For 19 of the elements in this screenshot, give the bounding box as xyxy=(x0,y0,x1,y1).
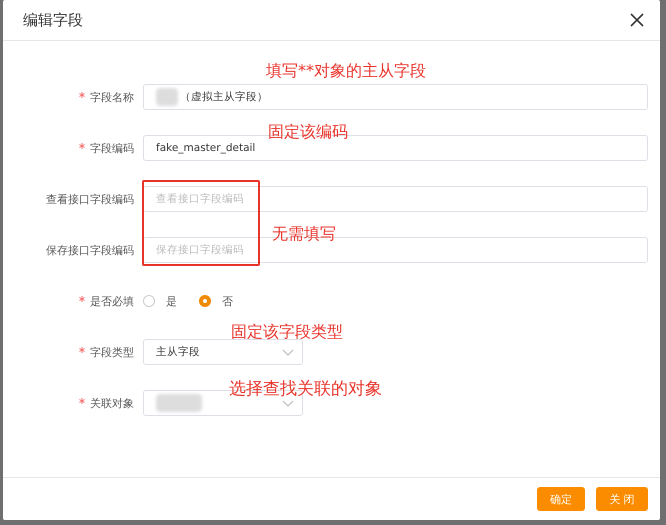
field-label: 字段名称 xyxy=(90,90,134,104)
dialog-title: 编辑字段 xyxy=(23,10,83,30)
input-field[interactable]: （虚拟主从字段） xyxy=(143,84,648,110)
field-label: 是否必填 xyxy=(90,294,134,308)
select-field[interactable]: 主从字段 xyxy=(143,339,303,365)
field-label: 保存接口字段编码 xyxy=(46,242,134,258)
field-label: 关联对象 xyxy=(90,396,134,410)
chevron-down-icon xyxy=(282,349,294,356)
chevron-down-icon xyxy=(282,400,294,407)
field-label: 字段类型 xyxy=(90,344,134,360)
radio-button[interactable] xyxy=(199,295,211,307)
field-label: 字段编码 xyxy=(90,140,134,156)
annotation-text: 选择查找关联的对象 xyxy=(229,379,382,399)
annotation-text: 填写**对象的主从字段 xyxy=(266,61,426,82)
radio-button[interactable] xyxy=(143,295,155,307)
radio-label[interactable]: 否 xyxy=(222,294,233,308)
radio-label[interactable]: 是 xyxy=(166,294,177,308)
close-icon[interactable] xyxy=(630,13,644,27)
field-label: 查看接口字段编码 xyxy=(46,192,134,206)
